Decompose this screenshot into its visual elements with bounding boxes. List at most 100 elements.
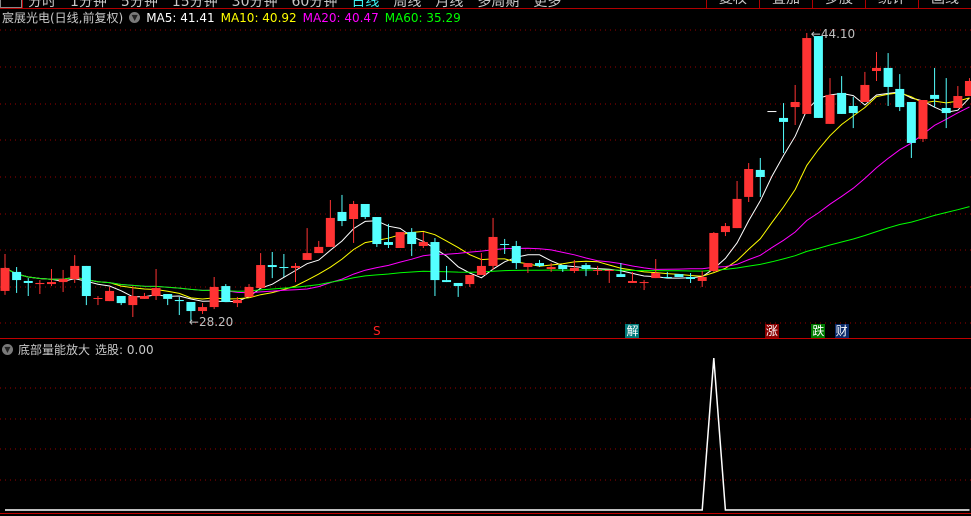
candle-body xyxy=(500,244,510,246)
candle xyxy=(209,276,219,310)
candle-body xyxy=(279,267,289,269)
candle xyxy=(395,232,405,249)
candle-body xyxy=(709,232,719,272)
candle-body xyxy=(883,67,893,87)
candle-body xyxy=(93,298,103,300)
candle-body xyxy=(23,280,33,283)
candle-body xyxy=(604,269,614,272)
candle-body xyxy=(639,282,649,284)
candle-body xyxy=(825,94,835,124)
candle-body xyxy=(616,274,626,277)
candle xyxy=(883,53,893,106)
candle-body xyxy=(209,286,219,308)
candle xyxy=(349,200,359,243)
candle-body xyxy=(744,169,754,197)
event-marker-4[interactable]: 财 xyxy=(834,324,849,338)
candle-body xyxy=(546,267,556,270)
candle xyxy=(442,265,452,283)
candle-body xyxy=(35,282,45,285)
event-marker-1[interactable]: 解 xyxy=(625,324,640,338)
candle xyxy=(0,253,10,295)
ma10-line xyxy=(4,92,970,300)
candle xyxy=(279,253,289,277)
ma20-line xyxy=(4,106,970,294)
candle xyxy=(813,36,823,118)
candle-body xyxy=(581,265,591,270)
candle xyxy=(918,100,928,143)
candle-body xyxy=(558,265,568,270)
indicator-name: 底部量能放大 xyxy=(18,343,91,357)
candle xyxy=(500,238,510,254)
candle-body xyxy=(627,280,637,283)
signal-line xyxy=(5,357,970,511)
candle-body xyxy=(906,101,916,143)
candle-body xyxy=(232,300,242,304)
candle-body xyxy=(244,286,254,297)
candle xyxy=(755,157,765,197)
event-marker-0[interactable]: S xyxy=(370,324,384,338)
candle-body xyxy=(12,271,22,281)
candle xyxy=(198,303,208,314)
candle-body xyxy=(383,242,393,245)
candle xyxy=(895,74,905,112)
candle-body xyxy=(674,274,684,277)
candle xyxy=(627,271,637,283)
price-chart[interactable]: ←44.10 ←28.20 xyxy=(0,0,971,516)
candle xyxy=(593,265,603,275)
candle xyxy=(465,275,475,287)
candle xyxy=(81,265,91,306)
candle-body xyxy=(755,169,765,177)
low-price-label: ←28.20 xyxy=(189,315,233,329)
candle-body xyxy=(163,294,173,299)
candle-body xyxy=(523,263,533,268)
candle-body xyxy=(418,242,428,247)
candle xyxy=(360,203,370,220)
candle xyxy=(860,71,870,102)
candle xyxy=(151,269,161,300)
candle xyxy=(767,111,777,113)
candle-body xyxy=(651,273,661,279)
candle xyxy=(221,284,231,302)
candle-body xyxy=(105,290,115,302)
candle xyxy=(720,223,730,237)
candle-body xyxy=(407,232,417,245)
candle-body xyxy=(442,280,452,283)
candle-body xyxy=(848,105,858,114)
candle xyxy=(686,273,696,283)
candle-body xyxy=(535,263,545,266)
candle-body xyxy=(302,253,312,260)
candle-body xyxy=(116,296,126,304)
candle xyxy=(383,223,393,249)
candle-body xyxy=(151,288,161,297)
candle-body xyxy=(593,269,603,271)
event-marker-3[interactable]: 跌 xyxy=(811,324,826,338)
candle-body xyxy=(779,117,789,122)
candle xyxy=(744,163,754,202)
candle xyxy=(267,251,277,279)
candle xyxy=(674,274,684,277)
candle xyxy=(58,269,68,293)
candle-body xyxy=(291,265,300,268)
candle xyxy=(302,228,312,260)
candle-body xyxy=(267,265,277,268)
candle-body xyxy=(941,107,951,114)
candle xyxy=(35,280,45,295)
candle xyxy=(476,253,486,275)
candle-body xyxy=(895,88,905,108)
candle xyxy=(453,282,463,297)
candle-body xyxy=(511,246,521,264)
candle xyxy=(12,267,22,293)
candle-body xyxy=(174,300,184,302)
candle xyxy=(523,263,533,274)
candle-body xyxy=(58,278,68,283)
candle xyxy=(779,103,789,154)
candle-body xyxy=(186,301,196,312)
event-marker-2[interactable]: 涨 xyxy=(764,324,779,338)
chevron-down-icon[interactable]: ▼ xyxy=(2,344,13,355)
candle xyxy=(872,51,881,81)
high-price-label: ←44.10 xyxy=(811,27,855,41)
candle xyxy=(732,180,742,229)
candle-body xyxy=(813,36,823,118)
candle xyxy=(325,200,335,247)
candle xyxy=(105,286,115,302)
